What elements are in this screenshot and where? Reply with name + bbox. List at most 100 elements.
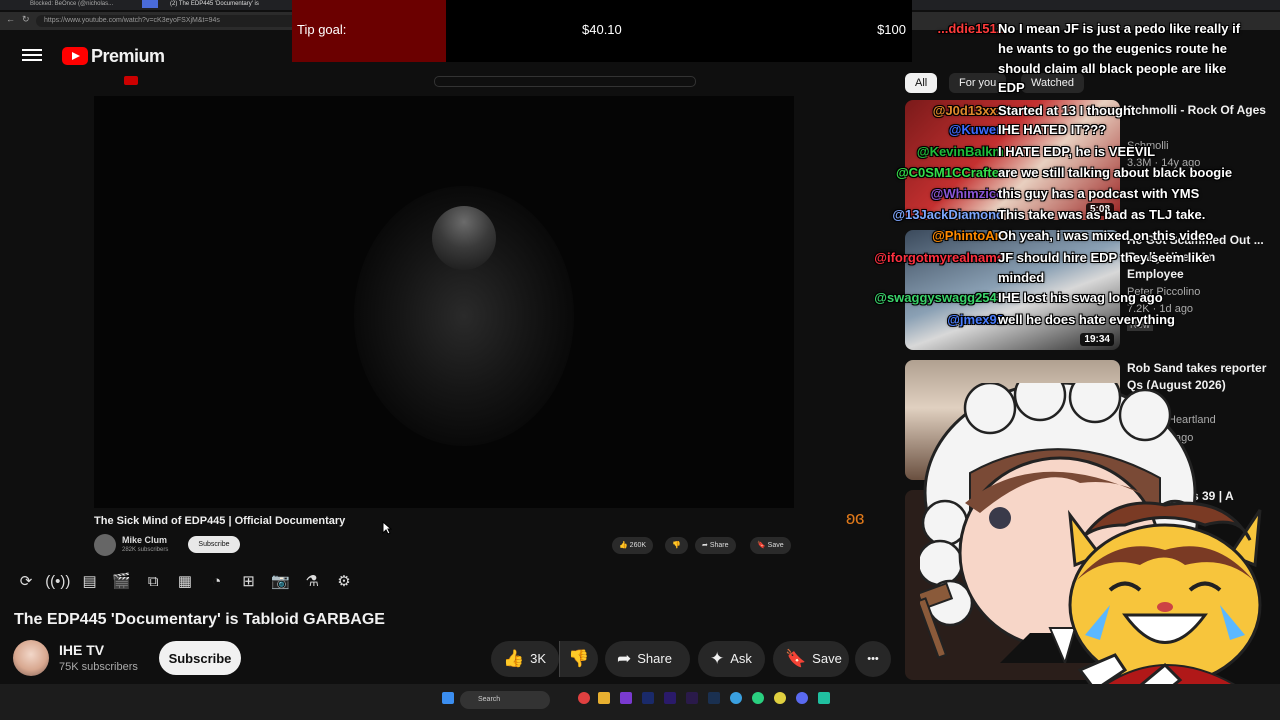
folder-icon[interactable]: [598, 692, 610, 704]
filmstrip-icon[interactable]: ▦: [174, 570, 196, 592]
chat-text: well he does hate everything: [998, 312, 1175, 327]
chat-text: JF should hire EDP they seem like: [998, 250, 1210, 265]
embedded-save-label: Save: [767, 542, 784, 549]
dislike-button[interactable]: 👎: [559, 641, 598, 677]
embedded-share-button: ➦ Share: [695, 537, 736, 554]
app-icon[interactable]: [818, 692, 830, 704]
ask-label: Ask: [730, 651, 752, 666]
chat-username: @swaggyswagg2543: [874, 290, 1004, 305]
chat-username: @KevinBalkm: [916, 144, 1004, 159]
back-icon[interactable]: ←: [6, 14, 15, 24]
chat-username: ...ddie1512: [937, 21, 1004, 36]
chat-text: I HATE EDP, he is VEEVIL: [998, 144, 1156, 159]
chat-text: IHE HATED IT???: [998, 122, 1107, 137]
hamburger-menu-icon[interactable]: [22, 46, 42, 66]
inner-youtube-header: [94, 74, 794, 88]
chat-username: @C0SM1CCrafter: [895, 165, 1004, 180]
chat-text: minded: [998, 270, 1045, 285]
subscriber-count: 75K subscribers: [59, 661, 138, 673]
windows-start-icon[interactable]: [442, 692, 454, 704]
discord-icon[interactable]: [796, 692, 808, 704]
laughing-cat-illustration: [1067, 501, 1262, 705]
tip-goal-label: Tip goal:: [297, 22, 347, 37]
thumbs-down-icon: 👎: [568, 649, 590, 668]
embedded-like-button: 👍 260K: [612, 537, 654, 554]
channel-name[interactable]: IHE TV: [59, 642, 104, 658]
chat-text: this guy has a podcast with YMS: [998, 186, 1200, 201]
chat-text: This take was as bad as TLJ take.: [998, 207, 1206, 222]
tip-goal-bar: Tip goal: $40.10 $100: [292, 0, 912, 62]
taskbar-search[interactable]: Search: [460, 691, 550, 709]
embedded-subscribe-button: Subscribe: [188, 536, 240, 553]
stream-chat-overlay: ...ddie1512 No I mean JF is just a pedo l…: [820, 18, 1280, 338]
windows-taskbar: Search: [0, 684, 1280, 720]
embedded-video-player[interactable]: [94, 96, 794, 508]
browser-tab[interactable]: Blocked: BeOnce (@nicholas...: [30, 0, 122, 8]
embedded-subscriber-count: 282K subscribers: [122, 547, 169, 553]
speed-icon[interactable]: ◔: [206, 570, 228, 592]
browser-tab-icon[interactable]: [142, 0, 158, 8]
chat-text: should claim all black people are like: [998, 61, 1227, 76]
chat-username: @Whimzico: [930, 186, 1004, 201]
extension-toolbar: ⟳ ((•)) ▤ 🎬 ⧉ ▦ ◔ ⊞ 📷 ⚗ ⚙: [15, 566, 375, 596]
embedded-video-title: The Sick Mind of EDP445 | Official Docum…: [94, 515, 346, 527]
reload-icon[interactable]: ↻: [22, 14, 30, 25]
subscribe-button[interactable]: Subscribe: [159, 641, 241, 675]
inner-search-box: [434, 76, 696, 87]
save-label: Save: [812, 651, 842, 666]
chat-username: @13JackDiamond: [892, 207, 1004, 222]
chat-text: No I mean JF is just a pedo like really …: [998, 21, 1241, 36]
more-actions-button[interactable]: •••: [855, 641, 891, 677]
edge-icon[interactable]: [752, 692, 764, 704]
embedded-share-label: Share: [709, 542, 729, 549]
app-icon[interactable]: [774, 692, 786, 704]
after-effects-icon[interactable]: [686, 692, 698, 704]
premiere-icon[interactable]: [664, 692, 676, 704]
embedded-channel-name: Mike Clum: [122, 535, 168, 545]
channel-avatar[interactable]: [13, 640, 49, 676]
like-count: 3K: [530, 651, 547, 666]
browser-tab-active[interactable]: (2) The EDP445 'Documentary' is: [170, 0, 270, 8]
ask-button[interactable]: ✦ Ask: [698, 641, 765, 677]
save-button[interactable]: 🔖 Save: [773, 641, 849, 677]
steam-icon[interactable]: [708, 692, 720, 704]
chat-text: Oh yeah, i was mixed on this video: [998, 228, 1214, 243]
chat-username: @jmex92: [947, 312, 1004, 327]
bookmark-icon: 🔖: [785, 649, 807, 668]
mouse-cursor-icon: [382, 521, 392, 535]
figure-silhouette: [432, 206, 496, 270]
youtube-premium-logo[interactable]: Premium: [62, 46, 165, 66]
chat-text: he wants to go the eugenics route he: [998, 41, 1227, 56]
loop-icon[interactable]: ⟳: [15, 570, 37, 592]
embedded-like-count: 260K: [629, 542, 647, 549]
inner-youtube-logo-icon: [124, 76, 138, 85]
chat-username: @PhintoArt: [932, 228, 1004, 243]
clapper-icon[interactable]: 🎬: [110, 570, 132, 592]
app-icon[interactable]: [620, 692, 632, 704]
embedded-channel-avatar: [94, 534, 116, 556]
tip-goal-current: $40.10: [582, 22, 622, 37]
chat-username: @Kuwen: [948, 122, 1004, 137]
chat-text: EDP: [998, 80, 1025, 95]
add-clip-icon[interactable]: ⊞: [238, 570, 260, 592]
video-title: The EDP445 'Documentary' is Tabloid GARB…: [14, 611, 385, 628]
settings-gear-icon[interactable]: ⚙: [333, 570, 355, 592]
browser-icon[interactable]: [730, 692, 742, 704]
thumbs-up-icon: 👍: [503, 649, 525, 668]
taskbar-search-label: Search: [478, 696, 501, 703]
screenshot-icon[interactable]: 📷: [269, 570, 291, 592]
embedded-dislike-button: 👎: [665, 537, 688, 554]
resize-icon[interactable]: ⧉: [142, 570, 164, 592]
photoshop-icon[interactable]: [642, 692, 654, 704]
like-button[interactable]: 👍 3K: [491, 641, 559, 677]
more-icon: •••: [867, 653, 879, 665]
broadcast-icon[interactable]: ((•)): [45, 570, 70, 592]
chat-text: are we still talking about black boogie: [998, 165, 1233, 180]
lab-flask-icon[interactable]: ⚗: [301, 570, 323, 592]
share-button[interactable]: ➦ Share: [605, 641, 690, 677]
autoplay-icon[interactable]: ▤: [79, 570, 101, 592]
chat-username: @J0d13xxx: [932, 103, 1004, 118]
logo-text: Premium: [91, 45, 165, 66]
sparkle-icon: ✦: [710, 649, 725, 668]
chrome-icon[interactable]: [578, 692, 590, 704]
